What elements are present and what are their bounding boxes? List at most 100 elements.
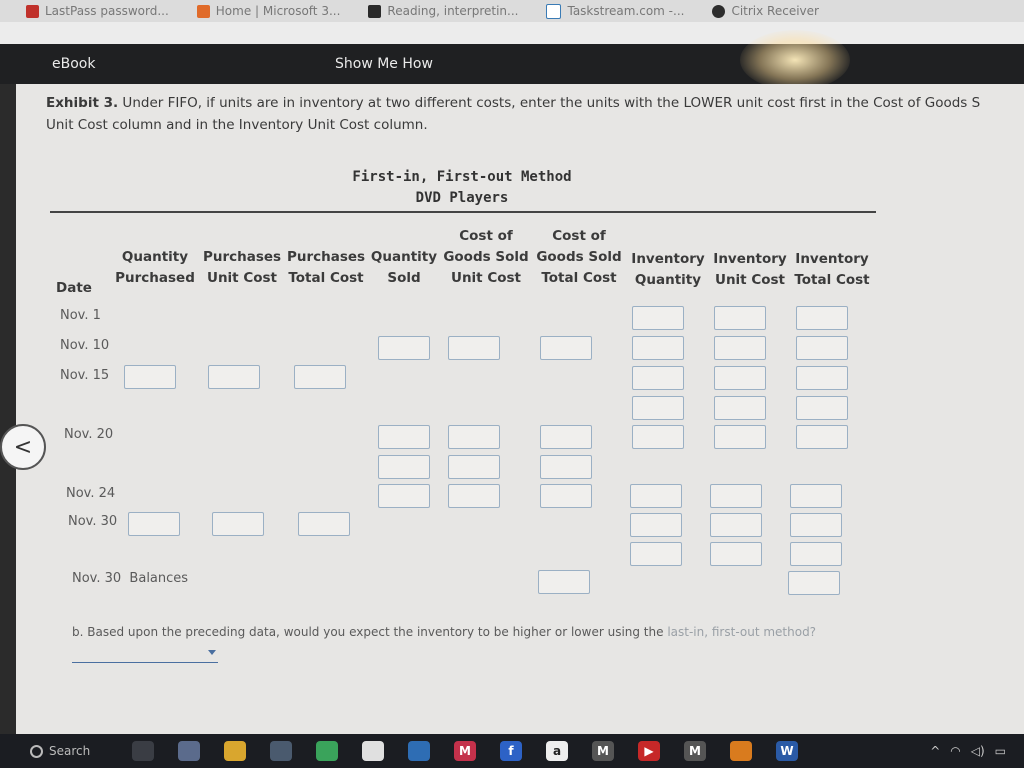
taskbar-app-gray2-icon[interactable]: M [684,741,706,761]
bookmark-taskstream[interactable]: Taskstream.com -... [546,3,684,19]
previous-page-button[interactable]: < [0,424,46,470]
question-b-answer-dropdown[interactable] [72,648,218,663]
bookmark-citrix[interactable]: Citrix Receiver [712,4,819,18]
top-navigation: eBook Show Me How [0,44,1024,84]
taskbar-app-gray-icon[interactable]: M [592,741,614,761]
taskbar-apps: Mf a M ▶ M W [132,741,822,761]
header-cogs-unit-cost: Cost of Goods Sold Unit Cost [443,228,529,286]
nov30-inventory-unit-cost-input-1[interactable] [710,513,762,537]
exhibit-line2: Unit Cost column and in the Inventory Un… [46,117,428,133]
taskbar-app-white-icon[interactable] [362,741,384,761]
nov30-purchases-total-cost-input[interactable] [298,512,350,536]
header-cogs-total-cost: Cost of Goods Sold Total Cost [536,228,622,286]
nov10-cogs-total-cost-input[interactable] [540,336,592,360]
header-purchases-unit-cost: Purchases Unit Cost [202,249,282,286]
header-purchases-total-cost: Purchases Total Cost [286,249,366,286]
bookmark-reading[interactable]: Reading, interpretin... [368,4,518,18]
nov10-inventory-unit-cost-input[interactable] [714,336,766,360]
nov1-inventory-unit-cost-input[interactable] [714,306,766,330]
taskbar-mcafee-icon[interactable]: M [454,741,476,761]
row-date-nov-24: Nov. 24 [66,486,116,501]
row-date-nov-15: Nov. 15 [60,368,110,383]
nov15-inventory-total-cost-input-1[interactable] [796,366,848,390]
nov15-inventory-quantity-input-2[interactable] [632,396,684,420]
windows-taskbar: Search Mf a M ▶ M W ^ ◠ ◁) ▭ [0,734,1024,768]
exhibit-instructions: Exhibit 3. Under FIFO, if units are in i… [46,92,1024,136]
nov10-inventory-total-cost-input[interactable] [796,336,848,360]
nov10-cogs-unit-cost-input[interactable] [448,336,500,360]
taskbar-search[interactable]: Search [30,744,122,758]
citrix-icon [712,4,726,18]
nov24-inventory-total-cost-input[interactable] [790,484,842,508]
battery-icon[interactable]: ▭ [995,744,1006,758]
taskbar-facebook-icon[interactable]: f [500,741,522,761]
system-tray: ^ ◠ ◁) ▭ [920,744,1006,758]
nov30-qty-purchased-input[interactable] [128,512,180,536]
bookmark-lastpass[interactable]: LastPass password... [26,4,169,18]
nov15-inventory-quantity-input-1[interactable] [632,366,684,390]
nov15-purchases-total-cost-input[interactable] [294,365,346,389]
taskbar-calendar-icon[interactable] [270,741,292,761]
product-title: DVD Players [415,190,509,206]
taskbar-youtube-icon[interactable]: ▶ [638,741,660,761]
header-qty-purchased: Quantity Purchased [115,249,195,286]
nov30-inventory-total-cost-input-2[interactable] [790,542,842,566]
ebook-tab[interactable]: eBook [52,56,95,72]
header-qty-sold: Quantity Sold [370,249,438,286]
taskbar-app-blue-icon[interactable] [408,741,430,761]
question-b-faded-text: last-in, first-out method? [667,625,817,639]
balance-inventory-total-input[interactable] [788,571,840,595]
method-title: First-in, First-out Method [352,169,572,185]
nov15-qty-purchased-input[interactable] [124,365,176,389]
taskbar-file-explorer-icon[interactable] [224,741,246,761]
bookmark-microsoft[interactable]: Home | Microsoft 3... [196,4,340,18]
nov24-inventory-unit-cost-input[interactable] [710,484,762,508]
taskbar-task-view-icon[interactable] [132,741,154,761]
taskbar-search-label: Search [49,744,91,758]
nov24-qty-sold-input[interactable] [378,484,430,508]
nov20-inventory-unit-cost-input[interactable] [714,425,766,449]
nov30-inventory-total-cost-input-1[interactable] [790,513,842,537]
chevron-up-icon[interactable]: ^ [930,744,940,758]
nov20-cogs-total-cost-input-1[interactable] [540,425,592,449]
nov20-qty-sold-input-1[interactable] [378,425,430,449]
show-me-how-tab[interactable]: Show Me How [335,56,433,72]
nov1-inventory-total-cost-input[interactable] [796,306,848,330]
taskbar-app-orange-icon[interactable] [730,741,752,761]
nov30-inventory-quantity-input-1[interactable] [630,513,682,537]
volume-icon[interactable]: ◁) [971,744,985,758]
row-date-nov-1: Nov. 1 [60,308,101,323]
title-divider [50,211,876,213]
nov24-cogs-unit-cost-input[interactable] [448,484,500,508]
toolbar-gap [0,22,1024,44]
taskbar-chrome-icon[interactable] [316,741,338,761]
taskbar-amazon-icon[interactable]: a [546,741,568,761]
nov30-inventory-quantity-input-2[interactable] [630,542,682,566]
nov15-purchases-unit-cost-input[interactable] [208,365,260,389]
nov30-inventory-unit-cost-input-2[interactable] [710,542,762,566]
nov15-inventory-total-cost-input-2[interactable] [796,396,848,420]
nov20-inventory-quantity-input[interactable] [632,425,684,449]
nov20-qty-sold-input-2[interactable] [378,455,430,479]
nov10-qty-sold-input[interactable] [378,336,430,360]
taskbar-word-icon[interactable]: W [776,741,798,761]
nov15-inventory-unit-cost-input-1[interactable] [714,366,766,390]
nov20-cogs-unit-cost-input-2[interactable] [448,455,500,479]
wifi-icon[interactable]: ◠ [950,744,960,758]
balance-cogs-total-input[interactable] [538,570,590,594]
chevron-left-icon: < [13,434,33,460]
page-icon [546,3,562,19]
header-date: Date [56,280,92,296]
nov15-inventory-unit-cost-input-2[interactable] [714,396,766,420]
nov10-inventory-quantity-input[interactable] [632,336,684,360]
nov20-cogs-total-cost-input-2[interactable] [540,455,592,479]
nov20-cogs-unit-cost-input-1[interactable] [448,425,500,449]
microsoft-icon [196,4,210,18]
nov20-inventory-total-cost-input[interactable] [796,425,848,449]
nov30-purchases-unit-cost-input[interactable] [212,512,264,536]
nov1-inventory-quantity-input[interactable] [632,306,684,330]
row-date-nov-30: Nov. 30 [68,514,118,529]
taskbar-store-icon[interactable] [178,741,200,761]
nov24-cogs-total-cost-input[interactable] [540,484,592,508]
nov24-inventory-quantity-input[interactable] [630,484,682,508]
